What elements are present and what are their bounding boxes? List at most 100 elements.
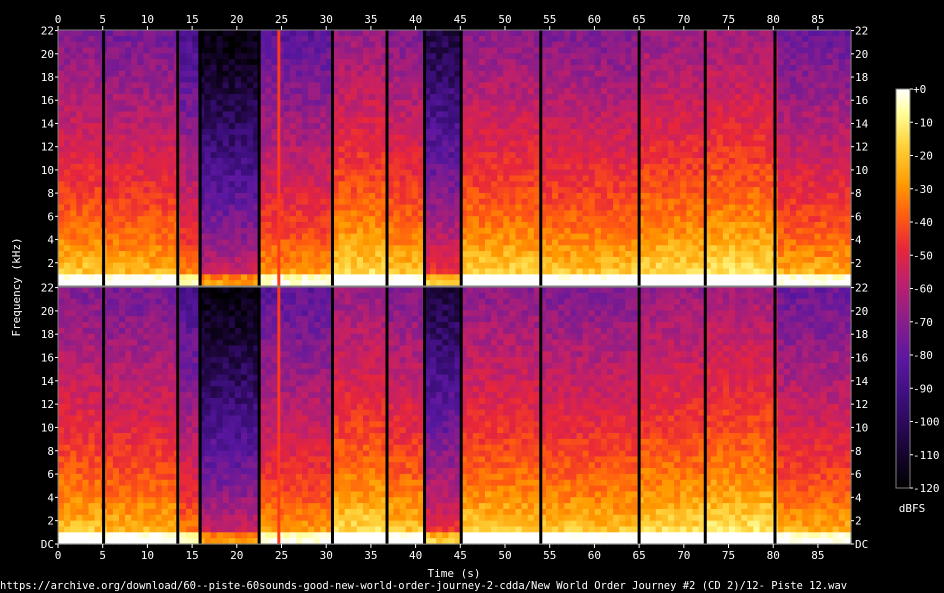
spectrogram-cell: [210, 59, 218, 66]
spectrogram-cell: [448, 94, 456, 101]
spectrogram-cell: [588, 35, 596, 43]
spectrogram-cell: [735, 181, 742, 188]
spectrogram-cell: [661, 82, 669, 89]
spectrogram-cell: [289, 64, 297, 72]
spectrogram-cell: [112, 70, 120, 78]
spectrogram-cell: [155, 47, 163, 54]
spectrogram-cell: [692, 117, 700, 124]
spectrogram-cell: [247, 181, 254, 188]
spectrogram-cell: [363, 239, 370, 246]
spectrogram-cell: [735, 59, 742, 66]
spectrogram-cell: [350, 274, 358, 281]
spectrogram-cell: [430, 53, 437, 60]
spectrogram-cell: [64, 192, 71, 200]
spectrogram-cell: [411, 140, 419, 147]
spectrogram-cell: [350, 47, 358, 54]
spectrogram-cell: [70, 30, 77, 37]
spectrogram-cell: [692, 41, 700, 49]
spectrogram-cell: [125, 41, 132, 49]
spectrogram-cell: [222, 198, 230, 206]
spectrogram-cell: [491, 169, 498, 177]
spectrogram-cell: [643, 268, 651, 275]
spectrogram-cell: [338, 70, 346, 78]
spectrogram-cell: [607, 134, 614, 142]
spectrogram-cell: [478, 187, 486, 194]
spectrogram-cell: [155, 88, 163, 95]
spectrogram-cell: [234, 163, 242, 171]
spectrogram-cell: [149, 82, 157, 89]
spectrogram-cell: [338, 123, 346, 130]
spectrogram-cell: [466, 262, 474, 270]
spectrogram-cell: [234, 30, 242, 37]
spectrogram-cell: [674, 262, 681, 270]
spectrogram-cell: [265, 123, 273, 130]
spectrogram-cell: [271, 53, 279, 60]
spectrogram-cell: [485, 222, 492, 229]
spectrogram-cell: [741, 70, 748, 78]
spectrogram-cell: [546, 123, 553, 130]
spectrogram-cell: [119, 210, 126, 217]
spectrogram-cell: [241, 30, 248, 37]
spectrogram-cell: [722, 47, 730, 54]
spectrogram-cell: [503, 227, 510, 235]
spectrogram-cell: [70, 274, 77, 281]
spectrogram-cell: [82, 35, 90, 43]
spectrogram-cell: [234, 274, 242, 281]
spectrogram-cell: [594, 152, 602, 159]
spectrogram-cell: [155, 111, 163, 118]
spectrogram-cell: [143, 192, 151, 200]
spectrogram-cell: [686, 123, 693, 130]
spectrogram-cell: [210, 227, 218, 235]
spectrogram-cell: [234, 128, 242, 136]
spectrogram-cell: [619, 274, 626, 281]
spectrogram-cell: [265, 30, 273, 37]
spectrogram-cell: [491, 99, 498, 107]
spectrogram-cell: [399, 187, 407, 194]
spectrogram-cell: [289, 245, 297, 252]
spectrogram-cell: [472, 140, 480, 147]
spectrogram-cell: [643, 59, 651, 66]
spectrogram-cell: [167, 192, 175, 200]
spectrogram-cell: [515, 105, 523, 113]
spectrogram-cell: [137, 140, 144, 147]
spectrogram-cell: [338, 134, 346, 142]
spectrogram-cell: [527, 94, 535, 101]
spectrogram-cell: [58, 140, 65, 147]
spectrogram-cell: [588, 158, 596, 165]
spectrogram-cell: [161, 53, 169, 60]
spectrogram-cell: [558, 268, 565, 275]
spectrogram-cell: [88, 216, 96, 223]
spectrogram-cell: [680, 70, 687, 78]
spectrogram-cell: [680, 192, 687, 200]
spectrogram-cell: [661, 210, 669, 217]
spectrogram-cell: [356, 163, 364, 171]
spectrogram-cell: [515, 187, 523, 194]
spectrogram-cell: [308, 274, 315, 281]
spectrogram-cell: [64, 187, 71, 194]
spectrogram-cell: [302, 262, 309, 270]
spectrogram-cell: [70, 198, 77, 206]
spectrogram-cell: [741, 105, 748, 113]
spectrogram-cell: [558, 128, 565, 136]
spectrogram-cell: [527, 163, 535, 171]
spectrogram-cell: [338, 99, 346, 107]
spectrogram-cell: [527, 152, 535, 159]
spectrogram-cell: [112, 222, 120, 229]
spectrogram-cell: [210, 41, 218, 49]
spectrogram-cell: [472, 94, 480, 101]
spectrogram-cell: [338, 64, 346, 72]
spectrogram-cell: [137, 158, 144, 165]
spectrogram-cell: [338, 53, 346, 60]
spectrogram-cell: [228, 88, 236, 95]
spectrogram-cell: [155, 152, 163, 159]
spectrogram-cell: [722, 256, 730, 264]
spectrogram-cell: [411, 256, 419, 264]
spectrogram-cell: [186, 64, 193, 72]
spectrogram-cell: [710, 169, 718, 177]
spectrogram-cell: [619, 134, 626, 142]
spectrogram-cell: [613, 146, 620, 153]
spectrogram-cell: [680, 30, 687, 37]
spectrogram-cell: [643, 222, 651, 229]
spectrogram-cell: [241, 216, 248, 223]
spectrogram-cell: [228, 152, 236, 159]
